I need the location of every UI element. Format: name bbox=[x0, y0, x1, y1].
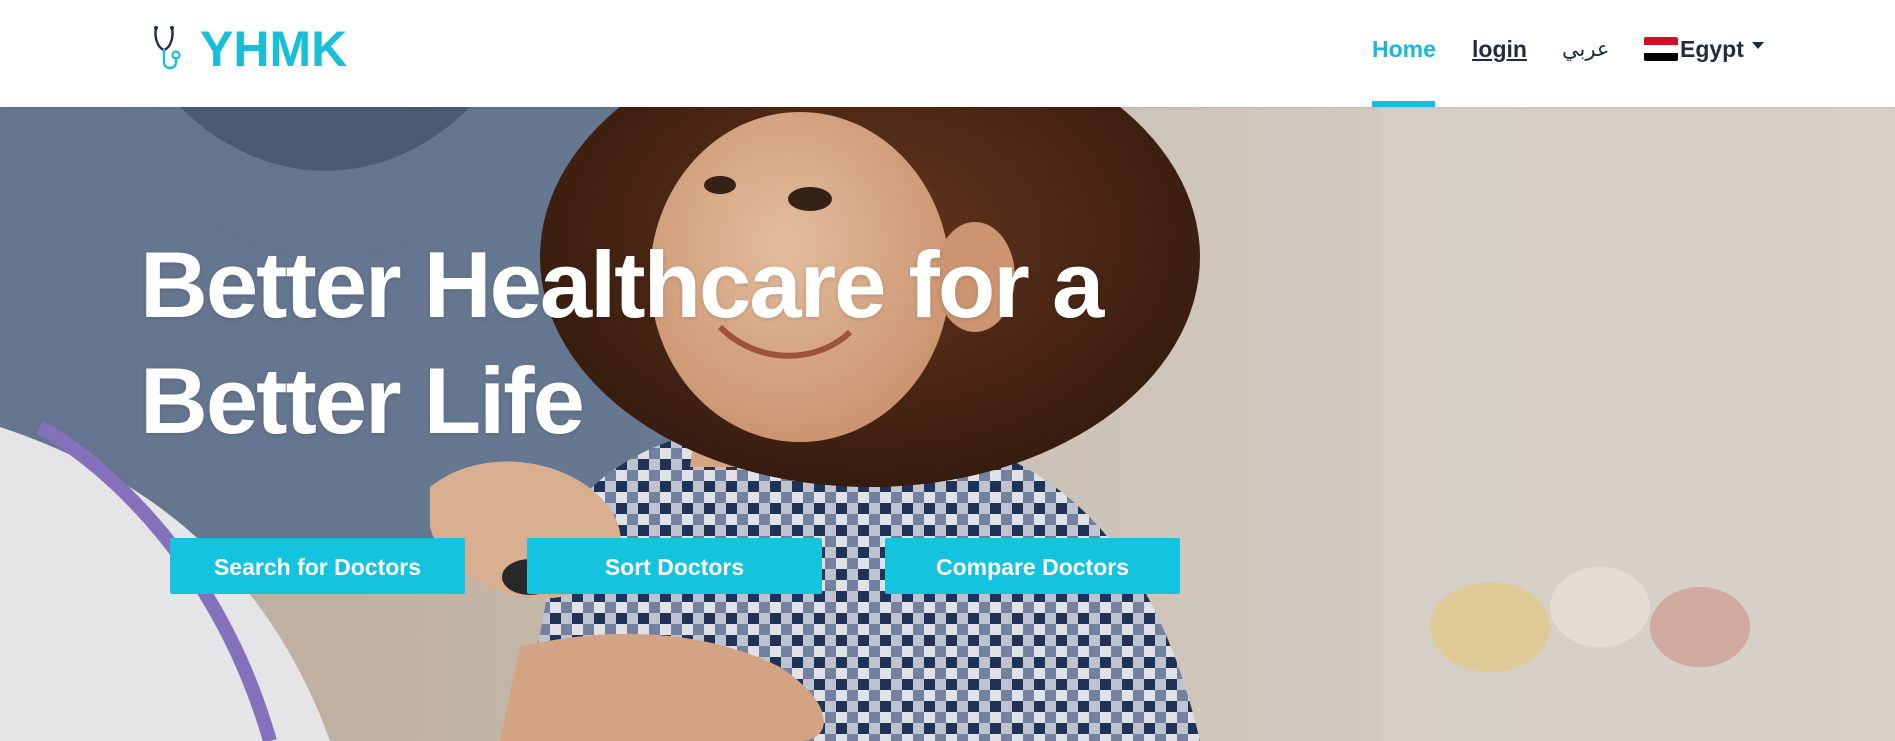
nav-login-link[interactable]: login bbox=[1472, 34, 1527, 64]
hero-section: Better Healthcare for a Better Life Sear… bbox=[0, 107, 1895, 741]
navbar: YHMK Home login عربي Egypt bbox=[0, 0, 1895, 107]
nav-language-switch[interactable]: عربي bbox=[1562, 34, 1609, 64]
chevron-down-icon bbox=[1751, 41, 1764, 49]
sort-doctors-button[interactable]: Sort Doctors bbox=[527, 538, 822, 594]
hero-headline: Better Healthcare for a Better Life bbox=[140, 227, 1140, 459]
search-for-doctors-button[interactable]: Search for Doctors bbox=[170, 538, 465, 594]
compare-doctors-button[interactable]: Compare Doctors bbox=[885, 538, 1180, 594]
hero-headline-line-1: Better Healthcare for a bbox=[140, 232, 1104, 337]
brand-logo-link[interactable]: YHMK bbox=[152, 24, 347, 74]
country-label: Egypt bbox=[1680, 36, 1744, 62]
nav-active-indicator bbox=[1372, 101, 1435, 107]
country-dropdown[interactable]: Egypt bbox=[1644, 34, 1764, 64]
egypt-flag-icon bbox=[1644, 37, 1678, 61]
brand-name: YHMK bbox=[200, 21, 348, 77]
hero-headline-line-2: Better Life bbox=[140, 348, 585, 453]
stethoscope-icon bbox=[154, 26, 181, 70]
nav-home-link[interactable]: Home bbox=[1372, 34, 1436, 64]
